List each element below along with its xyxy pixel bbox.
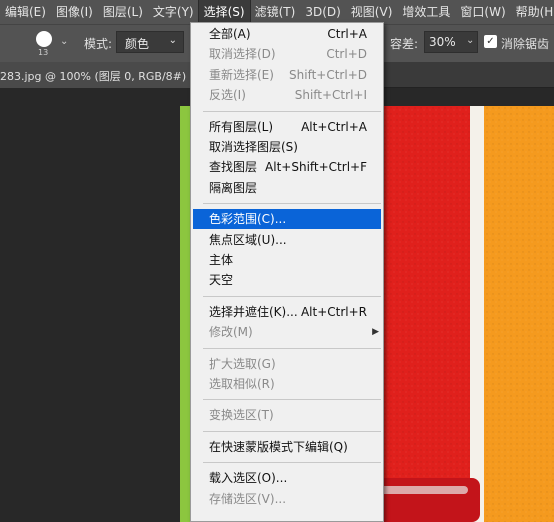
menu-separator — [203, 399, 381, 401]
menu-filter[interactable]: 滤镜(T) — [250, 0, 301, 24]
menu-separator — [203, 110, 381, 112]
menu-window[interactable]: 窗口(W) — [455, 0, 510, 24]
menu-item-label: 所有图层(L) — [209, 119, 274, 134]
tolerance-chevron-icon[interactable]: ⌄ — [466, 35, 474, 46]
brush-size-value: 13 — [38, 48, 49, 57]
menu-separator — [203, 347, 381, 349]
select-menu-item[interactable]: 天空 — [191, 270, 383, 290]
menu-select[interactable]: 选择(S) — [197, 0, 251, 25]
select-menu-item: 存储选区(V)... — [191, 489, 383, 509]
menu-item-label: 修改(M) — [209, 325, 253, 340]
menu-item-label: 选择并遮住(K)... — [209, 304, 298, 319]
menu-plugins[interactable]: 增效工具 — [397, 0, 455, 24]
menu-image[interactable]: 图像(I) — [51, 0, 98, 24]
menu-item-shortcut: Shift+Ctrl+I — [294, 88, 367, 103]
menu-separator — [203, 430, 381, 432]
chevron-down-icon: ⌄ — [168, 35, 177, 46]
menu-separator — [203, 462, 381, 464]
menu-item-shortcut: Shift+Ctrl+D — [289, 67, 367, 82]
select-menu-item[interactable]: 取消选择图层(S) — [191, 137, 383, 157]
document-tab-title: 283.jpg @ 100% (图层 0, RGB/8#) * — [0, 70, 190, 83]
select-menu-item: 重新选择(E) Shift+Ctrl+D — [191, 65, 383, 85]
select-menu-item[interactable]: 焦点区域(U)... — [191, 230, 383, 250]
menu-item-label: 取消选择图层(S) — [209, 140, 298, 154]
menu-item-label: 载入选区(O)... — [209, 471, 288, 486]
menu-item-label: 天空 — [209, 273, 234, 288]
select-menu-item[interactable]: 在快速蒙版模式下编辑(Q) — [191, 437, 383, 457]
menu-item-shortcut: Alt+Shift+Ctrl+F — [265, 160, 367, 175]
menu-bar: 编辑(E) 图像(I) 图层(L) 文字(Y) 选择(S) 滤镜(T) 3D(D… — [0, 0, 554, 25]
menu-item-label: 选取相似(R) — [209, 377, 275, 391]
document-tab[interactable]: 283.jpg @ 100% (图层 0, RGB/8#) * — [0, 62, 190, 88]
menu-item-label: 隔离图层 — [209, 180, 258, 195]
menu-separator — [203, 203, 381, 205]
menu-item-shortcut: Ctrl+A — [327, 27, 367, 41]
select-menu-item[interactable]: 查找图层 Alt+Shift+Ctrl+F — [191, 157, 383, 177]
menu-item-label: 主体 — [209, 253, 234, 267]
menu-layer[interactable]: 图层(L) — [98, 0, 148, 24]
menu-item-label: 色彩范围(C)... — [209, 212, 287, 227]
menu-separator — [203, 295, 381, 297]
antialias-label: 消除锯齿 — [501, 37, 550, 51]
brush-picker-chevron-icon[interactable]: ⌄ — [60, 36, 68, 47]
select-menu-item: 反选(I) Shift+Ctrl+I — [191, 85, 383, 105]
antialias-checkbox[interactable]: ✓ — [484, 35, 497, 48]
menu-item-label: 查找图层 — [209, 160, 258, 175]
menu-item-label: 取消选择(D) — [209, 47, 276, 62]
select-menu-item[interactable]: 色彩范围(C)... — [193, 209, 381, 230]
menu-item-label: 变换选区(T) — [209, 408, 274, 423]
select-menu-item: 变换选区(T) — [191, 405, 383, 425]
menu-item-label: 在快速蒙版模式下编辑(Q) — [209, 439, 348, 454]
menu-item-label: 重新选择(E) — [209, 67, 274, 82]
select-menu-item: 修改(M) ▶ — [191, 322, 383, 342]
menu-item-label: 全部(A) — [209, 27, 251, 41]
mode-label: 模式: — [84, 37, 113, 51]
mode-select[interactable]: 颜色 ⌄ — [116, 31, 184, 53]
select-menu-item[interactable]: 所有图层(L) Alt+Ctrl+A — [191, 117, 383, 137]
brush-preview-icon[interactable] — [36, 31, 52, 47]
select-menu-item[interactable]: 隔离图层 — [191, 178, 383, 198]
menu-item-shortcut: Alt+Ctrl+A — [301, 119, 367, 134]
select-menu-item[interactable]: 主体 — [191, 250, 383, 270]
menu-item-label: 扩大选取(G) — [209, 356, 276, 371]
select-menu-item: 取消选择(D) Ctrl+D — [191, 44, 383, 64]
menu-edit[interactable]: 编辑(E) — [0, 0, 51, 24]
menu-item-label: 焦点区域(U)... — [209, 232, 287, 247]
mode-select-value: 颜色 — [125, 37, 150, 51]
menu-view[interactable]: 视图(V) — [346, 0, 398, 24]
menu-item-shortcut: Alt+Ctrl+R — [300, 304, 367, 319]
menu-item-label: 存储选区(V)... — [209, 491, 287, 506]
menu-3d[interactable]: 3D(D) — [300, 0, 345, 24]
select-menu-item: 选取相似(R) — [191, 374, 383, 394]
submenu-arrow-icon: ▶ — [372, 327, 379, 338]
tolerance-label: 容差: — [390, 37, 419, 51]
select-menu-item: 扩大选取(G) — [191, 354, 383, 374]
select-menu-item[interactable]: 全部(A) Ctrl+A — [191, 24, 383, 44]
menu-item-label: 反选(I) — [209, 88, 246, 103]
select-menu-dropdown: 全部(A) Ctrl+A 取消选择(D) Ctrl+D 重新选择(E) Shift+Ctr… — [190, 22, 384, 522]
menu-item-shortcut: Ctrl+D — [326, 47, 367, 62]
select-menu-item[interactable]: 选择并遮住(K)... Alt+Ctrl+R — [191, 302, 383, 322]
select-menu-item[interactable]: 载入选区(O)... — [191, 468, 383, 488]
tolerance-value: 30% — [429, 35, 456, 49]
menu-type[interactable]: 文字(Y) — [148, 0, 199, 24]
menu-help[interactable]: 帮助(H) — [511, 0, 554, 24]
